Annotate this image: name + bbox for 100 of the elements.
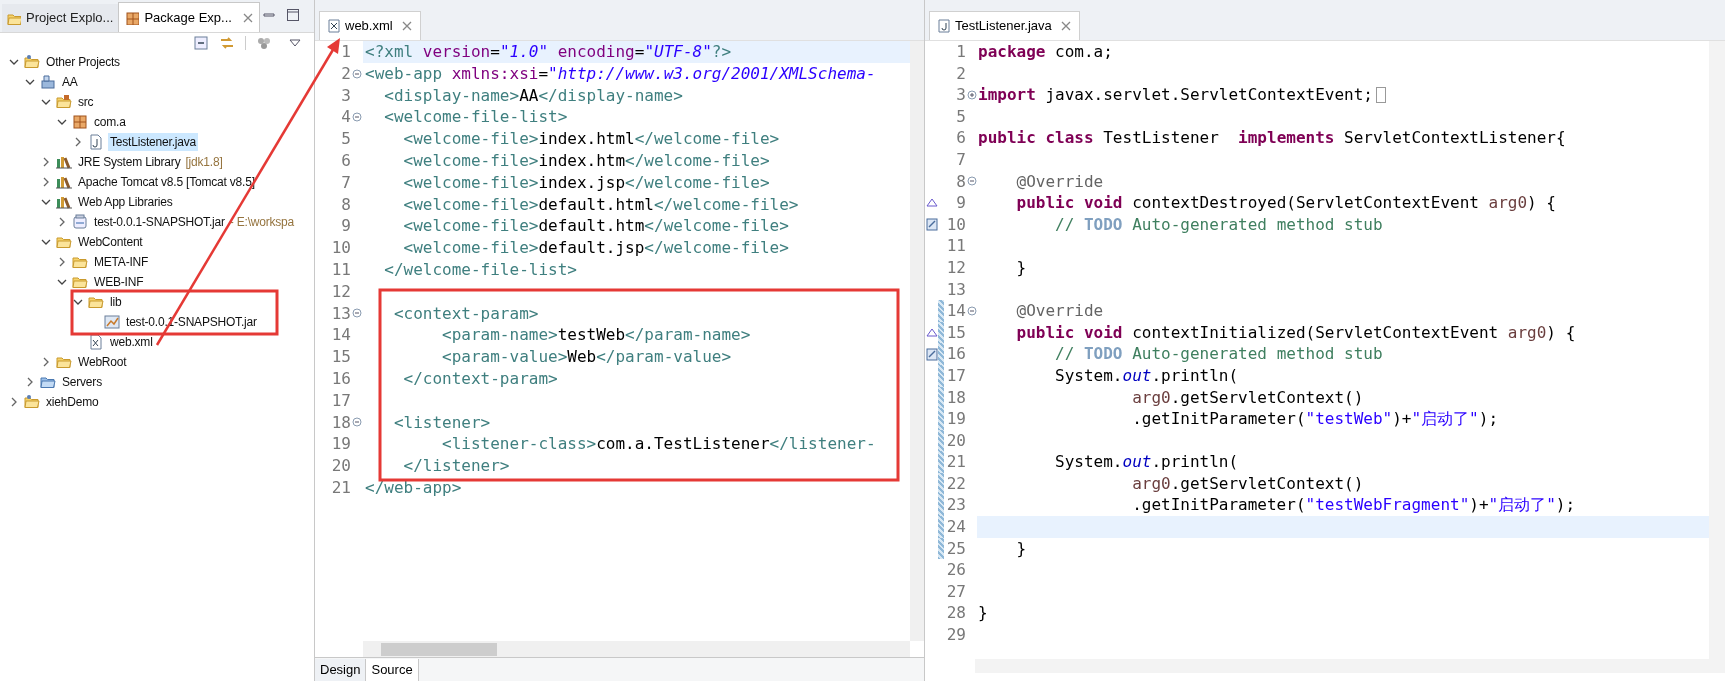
editor-tab[interactable]: web.xml: [319, 11, 421, 40]
collapse-icon[interactable]: [966, 305, 977, 316]
line-number: 12: [945, 256, 966, 279]
line-number: 2: [955, 62, 966, 85]
tree-item-decoration: - E:\workspa: [229, 214, 295, 231]
code-line: <?xml version="1.0" encoding="UTF-8"?>: [365, 41, 732, 63]
code-line: // TODO Auto-generated method stub: [1054, 213, 1383, 236]
editor-page-tab[interactable]: Source: [366, 659, 419, 681]
line-number: 10: [945, 213, 966, 236]
line-number: 20: [945, 429, 966, 452]
code-line: <display-name>AA</display-name>: [383, 84, 683, 107]
code-line: @Override: [1015, 300, 1104, 322]
line-number: 16: [331, 367, 351, 390]
collapse-icon[interactable]: [351, 308, 362, 319]
collapse-icon[interactable]: [351, 112, 362, 123]
tree-item[interactable]: META-INF: [92, 253, 151, 271]
tree-item[interactable]: Web App Libraries: [76, 193, 175, 211]
close-icon[interactable]: [401, 21, 412, 31]
editor-page-tab[interactable]: Design: [315, 659, 367, 681]
collapse-icon[interactable]: [351, 68, 362, 79]
code-line: <welcome-file>index.jsp</welcome-file>: [402, 171, 770, 194]
tree-item[interactable]: Servers: [60, 373, 104, 391]
code-line: import javax.servlet.ServletContextEvent;: [978, 84, 1373, 106]
line-number: 11: [331, 258, 351, 281]
collapse-icon[interactable]: [351, 417, 362, 428]
tree-item[interactable]: JRE System Library: [76, 153, 183, 171]
line-number: 29: [945, 624, 966, 646]
library-icon: [56, 174, 72, 190]
tree-item[interactable]: lib: [108, 293, 124, 311]
java-file-icon: [88, 134, 104, 150]
folded-code-icon[interactable]: [1375, 87, 1386, 103]
line-number: 20: [331, 455, 351, 477]
xml-file-icon: [88, 334, 104, 350]
tree-item[interactable]: com.a: [92, 113, 128, 131]
folder-icon: [24, 394, 40, 410]
tree-item[interactable]: Other Projects: [44, 53, 122, 71]
collapse-icon[interactable]: [966, 176, 977, 187]
code-line: </listener>: [402, 455, 510, 477]
code-line: // TODO Auto-generated method stub: [1054, 343, 1383, 365]
line-number: 9: [341, 215, 351, 238]
collapse-all-icon[interactable]: [193, 34, 209, 51]
line-number: 7: [955, 148, 966, 171]
tree-item[interactable]: src: [76, 93, 96, 111]
vertical-scrollbar[interactable]: [910, 41, 924, 641]
line-number: 14: [945, 300, 966, 322]
code-line: <web-app xmlns:xsi="http://www.w3.org/2001/XMLSchema-: [365, 62, 876, 85]
tree-item[interactable]: WebContent: [76, 233, 145, 251]
tree-item[interactable]: xiehDemo: [44, 393, 101, 411]
panel-tab[interactable]: Package Exp...: [118, 2, 260, 32]
tree-item[interactable]: WEB-INF: [92, 273, 146, 291]
code-line: public void contextInitialized(ServletContextEvent arg0) {: [1015, 321, 1576, 344]
code-line: public void contextDestroyed(ServletContextEvent arg0) {: [1015, 192, 1556, 214]
line-number: 1: [341, 41, 351, 63]
maximize-icon[interactable]: [286, 8, 300, 22]
close-icon[interactable]: [242, 12, 253, 23]
line-number: 1: [955, 41, 966, 63]
folder-icon: [72, 274, 88, 290]
library-icon: [56, 194, 72, 210]
line-number: 19: [945, 408, 966, 430]
code-line: }: [978, 602, 988, 625]
folder-icon: [7, 11, 21, 25]
code-line: System.out.println(: [1054, 364, 1239, 387]
horizontal-scrollbar[interactable]: [363, 641, 910, 657]
code-line: .getInitParameter("testWeb")+"启动了");: [1131, 408, 1498, 430]
tree-item[interactable]: web.xml: [108, 333, 155, 351]
tree-item[interactable]: TestListener.java: [108, 133, 198, 151]
link-arrows-icon[interactable]: [219, 34, 235, 51]
line-number: 15: [331, 346, 351, 368]
line-number: 13: [331, 302, 351, 325]
tree-item[interactable]: WebRoot: [76, 353, 129, 371]
panel-tab[interactable]: Project Explo...: [2, 4, 119, 32]
line-number: 25: [945, 537, 966, 560]
tree-item[interactable]: AA: [60, 73, 80, 91]
jar-icon: [72, 214, 88, 230]
vertical-scrollbar[interactable]: [1709, 41, 1725, 659]
line-number: 21: [945, 451, 966, 473]
line-number: 14: [331, 324, 351, 347]
folder-icon: [40, 374, 56, 390]
code-line: public class TestListener implements ServletContextListener{: [978, 127, 1566, 149]
code-line: <listener-class>com.a.TestListener</listener-: [441, 433, 876, 456]
close-icon[interactable]: [1060, 21, 1071, 31]
line-number: 9: [955, 192, 966, 214]
library-icon: [56, 154, 72, 170]
line-number: 8: [341, 193, 351, 216]
folder-icon: [56, 354, 72, 370]
code-line: <welcome-file>index.html</welcome-file>: [402, 128, 780, 150]
line-number: 18: [945, 386, 966, 409]
tree-item[interactable]: test-0.0.1-SNAPSHOT.jar: [92, 213, 227, 231]
line-number: 26: [945, 559, 966, 581]
line-number: 12: [331, 280, 351, 303]
code-line: <param-value>Web</param-value>: [441, 346, 732, 368]
line-number: 18: [331, 411, 351, 434]
expand-icon[interactable]: [966, 90, 977, 100]
project-icon: [40, 74, 56, 90]
code-line: </web-app>: [365, 476, 462, 499]
code-line: <welcome-file>default.htm</welcome-file>: [402, 215, 789, 238]
code-line: System.out.println(: [1054, 451, 1239, 473]
editor-tab[interactable]: TestListener.java: [929, 11, 1080, 40]
line-number: 24: [945, 516, 966, 538]
code-line: <welcome-file-list>: [383, 106, 568, 129]
